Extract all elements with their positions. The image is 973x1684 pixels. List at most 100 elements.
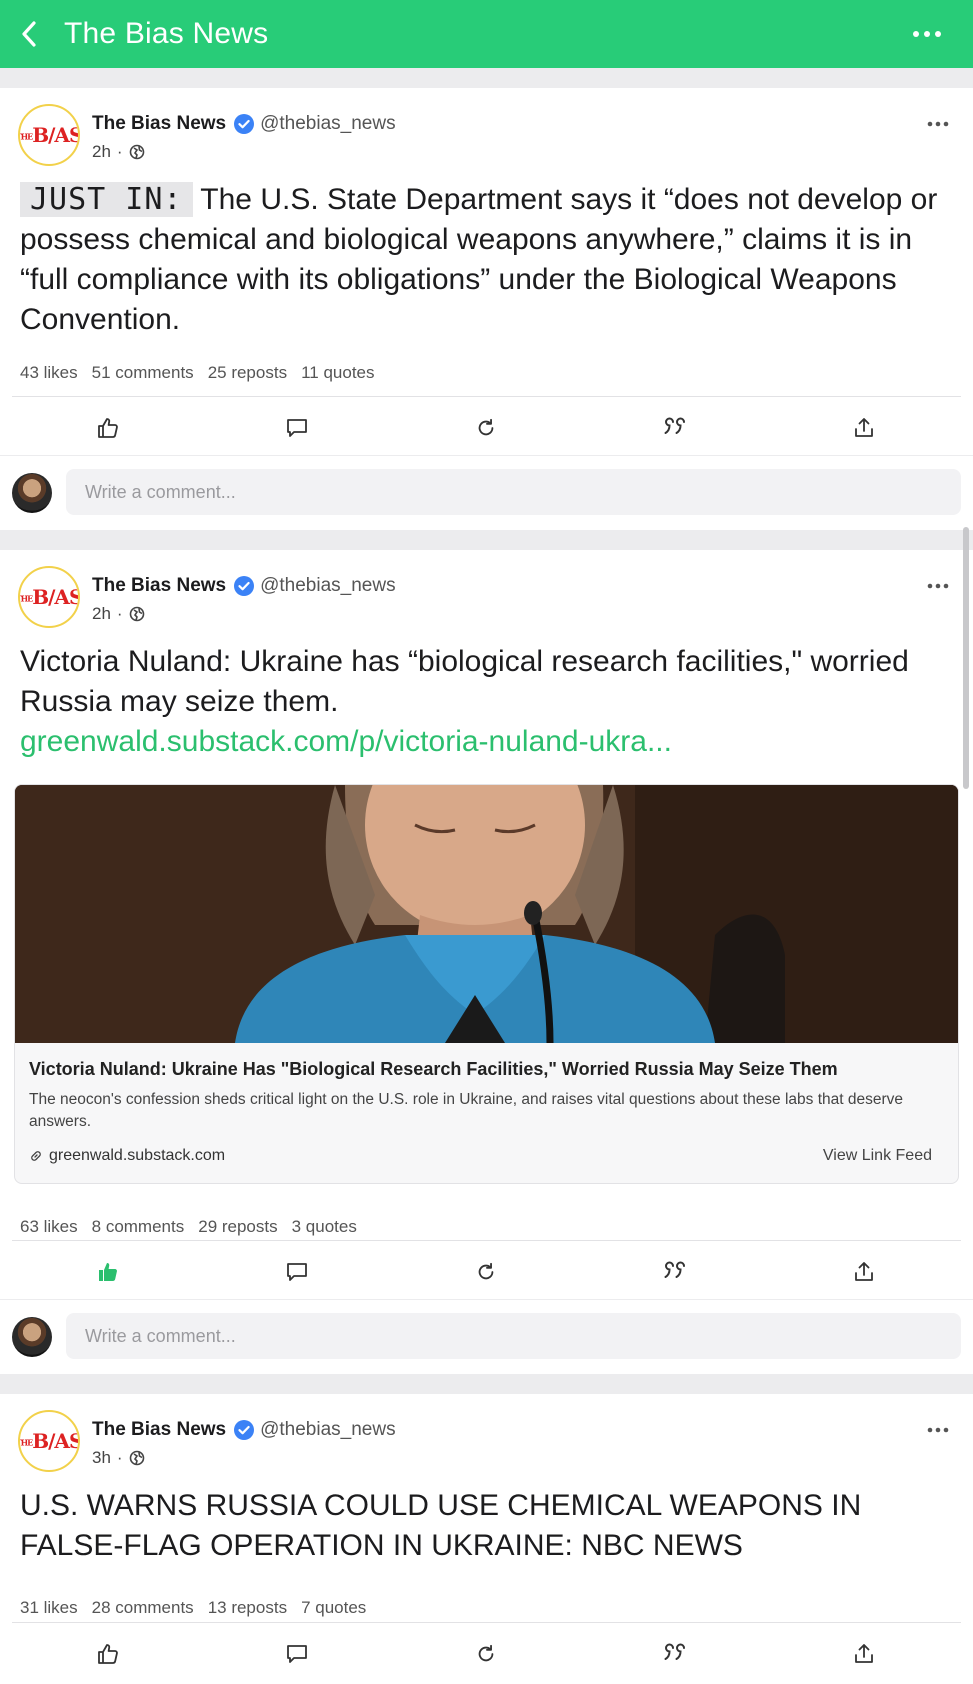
post-stats: 31 likes 28 comments 13 reposts 7 quotes	[20, 1598, 366, 1618]
post-card: THEB/AS The Bias News @thebias_news 3h ·…	[0, 1394, 973, 1684]
post-card: THEB/AS The Bias News @thebias_news 2h ·…	[0, 88, 973, 455]
share-icon	[855, 1644, 873, 1663]
link-domain-text: greenwald.substack.com	[49, 1147, 226, 1164]
likes-count[interactable]: 43 likes	[20, 363, 78, 383]
comment-input[interactable]: Write a comment...	[66, 1313, 961, 1359]
comments-count[interactable]: 8 comments	[92, 1217, 185, 1237]
bias-logo-icon: THEB/AS	[20, 585, 80, 609]
post-time: 2h	[92, 142, 111, 161]
repost-button[interactable]	[472, 414, 500, 442]
post-text: U.S. WARNS RUSSIA COULD USE CHEMICAL WEA…	[20, 1489, 862, 1562]
page-title: The Bias News	[64, 17, 269, 50]
thumbs-up-icon	[98, 418, 118, 438]
quote-icon	[664, 417, 685, 434]
quotes-count[interactable]: 7 quotes	[301, 1598, 366, 1618]
likes-count[interactable]: 31 likes	[20, 1598, 78, 1618]
bias-logo-icon: THEB/AS	[20, 123, 80, 147]
link-preview-description: The neocon's confession sheds critical l…	[29, 1091, 904, 1130]
more-horizontal-icon	[913, 31, 941, 37]
post-time: 2h	[92, 604, 111, 623]
action-bar	[0, 396, 973, 456]
author-line: The Bias News @thebias_news	[92, 113, 396, 135]
post-link[interactable]: greenwald.substack.com/p/victoria-nuland…	[20, 722, 953, 762]
globe-icon	[129, 606, 144, 622]
quote-icon	[664, 1261, 685, 1278]
chevron-left-icon	[22, 21, 36, 47]
globe-icon	[129, 144, 144, 160]
scrollbar[interactable]	[963, 527, 969, 789]
author-name[interactable]: The Bias News	[92, 575, 226, 597]
action-bar	[0, 1622, 973, 1682]
author-avatar[interactable]: THEB/AS	[18, 566, 80, 628]
post-meta: 2h ·	[92, 142, 145, 162]
more-horizontal-icon	[927, 583, 949, 589]
quote-button[interactable]	[661, 414, 689, 442]
share-icon	[855, 418, 873, 437]
post-options-button[interactable]	[925, 117, 951, 131]
post-body: JUST IN: The U.S. State Department says …	[20, 180, 953, 340]
author-handle[interactable]: @thebias_news	[260, 1419, 395, 1441]
quote-button[interactable]	[661, 1640, 689, 1668]
post-options-button[interactable]	[925, 1423, 951, 1437]
repost-icon	[478, 418, 494, 436]
more-options-button[interactable]	[909, 22, 945, 46]
link-preview-card[interactable]: Victoria Nuland: Ukraine Has "Biological…	[14, 784, 959, 1184]
user-avatar[interactable]	[12, 1317, 52, 1357]
author-line: The Bias News @thebias_news	[92, 1419, 396, 1441]
quotes-count[interactable]: 3 quotes	[292, 1217, 357, 1237]
like-button[interactable]	[94, 1640, 122, 1668]
person-photo-image	[15, 785, 958, 1043]
post-time: 3h	[92, 1448, 111, 1467]
comment-input[interactable]: Write a comment...	[66, 469, 961, 515]
share-button[interactable]	[850, 1258, 878, 1286]
share-button[interactable]	[850, 414, 878, 442]
author-avatar[interactable]: THEB/AS	[18, 104, 80, 166]
view-link-feed-link[interactable]: View Link Feed	[823, 1147, 932, 1165]
comments-count[interactable]: 51 comments	[92, 363, 194, 383]
share-button[interactable]	[850, 1640, 878, 1668]
post-options-button[interactable]	[925, 579, 951, 593]
like-button-active[interactable]	[94, 1258, 122, 1286]
globe-icon	[129, 1450, 144, 1466]
repost-button[interactable]	[472, 1640, 500, 1668]
more-horizontal-icon	[927, 121, 949, 127]
comment-composer: Write a comment...	[0, 456, 973, 530]
quotes-count[interactable]: 11 quotes	[301, 363, 374, 383]
comment-button[interactable]	[283, 414, 311, 442]
just-in-tag: JUST IN:	[20, 182, 193, 217]
author-name[interactable]: The Bias News	[92, 113, 226, 135]
comment-button[interactable]	[283, 1258, 311, 1286]
comment-button[interactable]	[283, 1640, 311, 1668]
post-stats: 63 likes 8 comments 29 reposts 3 quotes	[20, 1217, 357, 1237]
author-handle[interactable]: @thebias_news	[260, 113, 395, 135]
link-preview-image	[15, 785, 958, 1043]
repost-button[interactable]	[472, 1258, 500, 1286]
verified-badge-icon	[234, 114, 255, 134]
post-text: Victoria Nuland: Ukraine has “biological…	[20, 645, 909, 718]
verified-badge-icon	[234, 576, 255, 596]
repost-icon	[478, 1262, 494, 1280]
action-bar	[0, 1240, 973, 1300]
thumbs-up-filled-icon	[99, 1263, 117, 1281]
like-button[interactable]	[94, 414, 122, 442]
verified-badge-icon	[234, 1420, 255, 1440]
likes-count[interactable]: 63 likes	[20, 1217, 78, 1237]
user-avatar[interactable]	[12, 473, 52, 513]
quote-button[interactable]	[661, 1258, 689, 1286]
top-app-bar: The Bias News	[0, 0, 973, 68]
repost-icon	[478, 1644, 494, 1662]
link-preview-domain[interactable]: greenwald.substack.com	[29, 1147, 225, 1165]
link-icon	[31, 1151, 41, 1161]
comment-icon	[287, 1645, 307, 1663]
comments-count[interactable]: 28 comments	[92, 1598, 194, 1618]
author-avatar[interactable]: THEB/AS	[18, 1410, 80, 1472]
reposts-count[interactable]: 25 reposts	[208, 363, 287, 383]
reposts-count[interactable]: 29 reposts	[198, 1217, 277, 1237]
link-preview-title[interactable]: Victoria Nuland: Ukraine Has "Biological…	[29, 1059, 944, 1080]
back-button[interactable]	[4, 0, 54, 68]
more-horizontal-icon	[927, 1427, 949, 1433]
reposts-count[interactable]: 13 reposts	[208, 1598, 287, 1618]
author-name[interactable]: The Bias News	[92, 1419, 226, 1441]
author-handle[interactable]: @thebias_news	[260, 575, 395, 597]
comment-icon	[287, 1263, 307, 1281]
